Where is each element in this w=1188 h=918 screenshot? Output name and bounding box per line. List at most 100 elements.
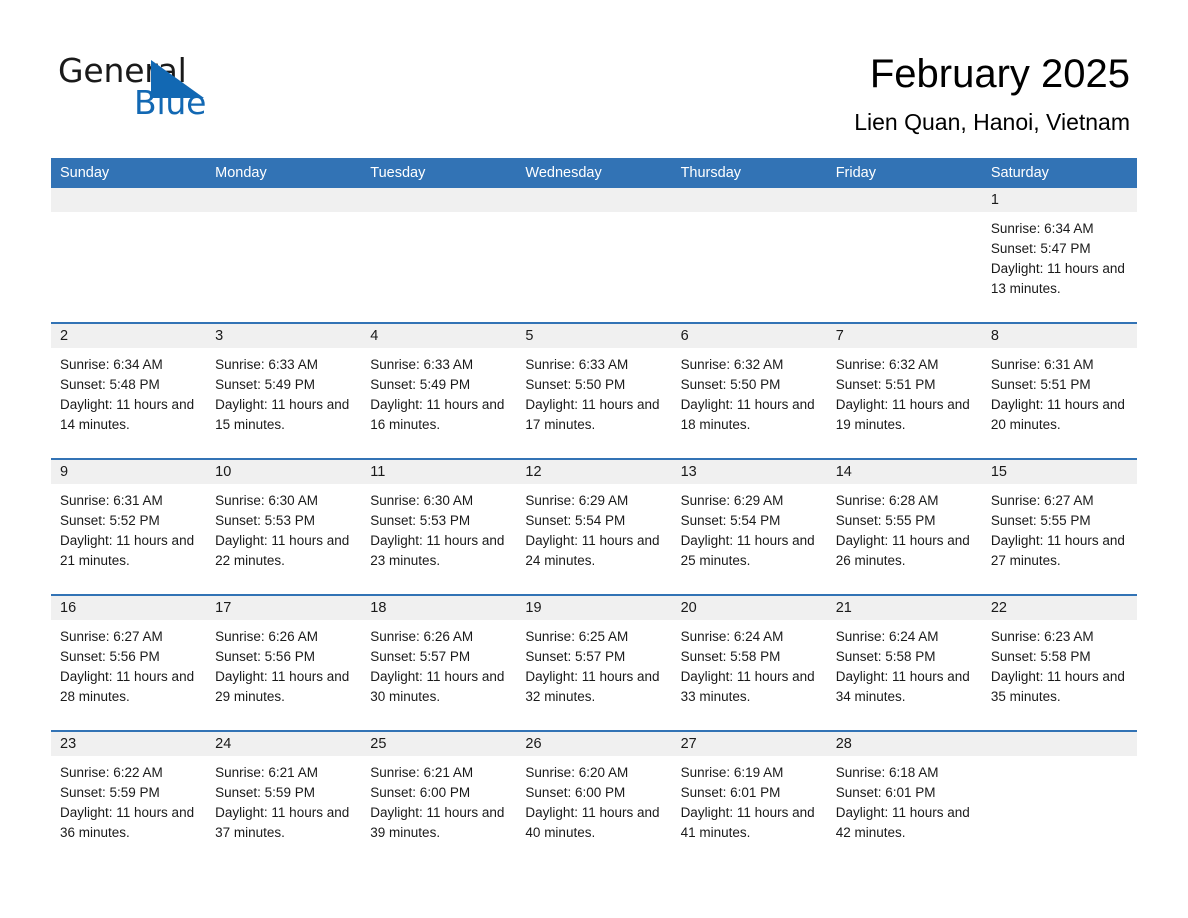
day-number: 1 [990, 192, 999, 208]
calendar-day-cell[interactable]: 25 Sunrise: 6:21 AM Sunset: 6:00 PM Dayligh… [361, 732, 517, 860]
sunrise-text: Sunrise: 6:33 AM [215, 357, 318, 372]
calendar-day-cell[interactable]: 28 Sunrise: 6:18 AM Sunset: 6:01 PM Dayligh… [826, 732, 982, 860]
sunset-text: Sunset: 5:50 PM [680, 377, 781, 392]
sunset-text: Sunset: 5:59 PM [60, 785, 160, 800]
calendar-day-cell[interactable]: 23 Sunrise: 6:22 AM Sunset: 5:59 PM Dayligh… [51, 732, 207, 860]
day-number: 8 [990, 328, 999, 344]
sunset-text: Sunset: 5:49 PM [215, 377, 315, 392]
day-number: 23 [60, 736, 77, 752]
day-details: Sunrise: 6:18 AM Sunset: 6:01 PM Daylight:… [827, 756, 982, 843]
day-number-band: 10 [206, 460, 362, 484]
sunrise-text: Sunrise: 6:30 AM [370, 493, 474, 508]
day-details: Sunrise: 6:27 AM Sunset: 5:56 PM Daylight:… [51, 620, 206, 707]
sunset-text: Sunset: 5:53 PM [370, 513, 471, 528]
calendar-weeks: 1 Sunrise: 6:34 AM Sunset: 5:47 PM Daylight… [51, 188, 1137, 860]
daylight-text: Daylight: 11 hours and 25 minutes. [680, 533, 815, 568]
calendar-day-cell[interactable]: 20 Sunrise: 6:24 AM Sunset: 5:58 PM Dayligh… [671, 596, 827, 730]
calendar-day-cell[interactable]: 18 Sunrise: 6:26 AM Sunset: 5:57 PM Dayligh… [361, 596, 517, 730]
calendar-day-cell[interactable]: 8 Sunrise: 6:31 AM Sunset: 5:51 PM Daylight… [981, 324, 1137, 458]
calendar-day-cell[interactable]: 24 Sunrise: 6:21 AM Sunset: 5:59 PM Dayligh… [206, 732, 362, 860]
logo-text-blue: Blue [134, 83, 207, 122]
day-number: 27 [680, 736, 697, 752]
day-number: 24 [215, 736, 232, 752]
calendar-day-cell[interactable]: 6 Sunrise: 6:32 AM Sunset: 5:50 PM Daylight… [671, 324, 827, 458]
calendar-day-cell[interactable]: 13 Sunrise: 6:29 AM Sunset: 5:54 PM Dayligh… [671, 460, 827, 594]
day-number: 12 [525, 464, 542, 480]
page-title: February 2025 [869, 52, 1130, 96]
daylight-text: Daylight: 11 hours and 19 minutes. [835, 397, 970, 432]
sunrise-text: Sunrise: 6:24 AM [680, 629, 784, 644]
sunset-text: Sunset: 5:51 PM [835, 377, 936, 392]
day-number-band: 7 [826, 324, 982, 348]
day-number-band: 9 [51, 460, 207, 484]
day-number-band: 22 [981, 596, 1137, 620]
day-details: Sunrise: 6:32 AM Sunset: 5:51 PM Daylight:… [827, 348, 982, 435]
calendar-week-row: 9 Sunrise: 6:31 AM Sunset: 5:52 PM Daylight… [51, 458, 1137, 594]
generalblue-logo[interactable]: General Blue [58, 53, 388, 125]
calendar-day-cell[interactable]: 17 Sunrise: 6:26 AM Sunset: 5:56 PM Dayligh… [206, 596, 362, 730]
calendar-day-cell[interactable]: 22 Sunrise: 6:23 AM Sunset: 5:58 PM Dayligh… [981, 596, 1137, 730]
day-number-band: 6 [671, 324, 827, 348]
daylight-text: Daylight: 11 hours and 22 minutes. [215, 533, 350, 568]
calendar-day-cell[interactable]: 27 Sunrise: 6:19 AM Sunset: 6:01 PM Dayligh… [671, 732, 827, 860]
calendar-day-cell[interactable]: 15 Sunrise: 6:27 AM Sunset: 5:55 PM Dayligh… [981, 460, 1137, 594]
calendar-day-cell[interactable]: 1 Sunrise: 6:34 AM Sunset: 5:47 PM Daylight… [981, 188, 1137, 322]
calendar-day-cell[interactable]: 26 Sunrise: 6:20 AM Sunset: 6:00 PM Dayligh… [516, 732, 672, 860]
sunset-text: Sunset: 5:49 PM [370, 377, 471, 392]
calendar-day-cell[interactable]: 19 Sunrise: 6:25 AM Sunset: 5:57 PM Dayligh… [516, 596, 672, 730]
calendar-day-cell[interactable]: 3 Sunrise: 6:33 AM Sunset: 5:49 PM Daylight… [206, 324, 362, 458]
sunrise-text: Sunrise: 6:32 AM [680, 357, 784, 372]
day-number-band [826, 188, 982, 212]
day-number: 7 [835, 328, 844, 344]
day-number: 5 [525, 328, 534, 344]
day-number-band: 14 [826, 460, 982, 484]
day-number: 18 [370, 600, 387, 616]
day-details: Sunrise: 6:30 AM Sunset: 5:53 PM Daylight:… [361, 484, 516, 571]
calendar-day-cell[interactable]: 11 Sunrise: 6:30 AM Sunset: 5:53 PM Dayligh… [361, 460, 517, 594]
day-details: Sunrise: 6:20 AM Sunset: 6:00 PM Daylight:… [516, 756, 671, 843]
day-number: 16 [60, 600, 77, 616]
day-details: Sunrise: 6:32 AM Sunset: 5:50 PM Daylight:… [672, 348, 827, 435]
calendar-day-cell[interactable]: 12 Sunrise: 6:29 AM Sunset: 5:54 PM Dayligh… [516, 460, 672, 594]
weekday-header-monday: Monday [215, 165, 267, 181]
calendar-day-cell[interactable]: 5 Sunrise: 6:33 AM Sunset: 5:50 PM Daylight… [516, 324, 672, 458]
calendar-day-cell[interactable]: 10 Sunrise: 6:30 AM Sunset: 5:53 PM Dayligh… [206, 460, 362, 594]
daylight-text: Daylight: 11 hours and 30 minutes. [370, 669, 505, 704]
sunset-text: Sunset: 5:52 PM [60, 513, 160, 528]
sunset-text: Sunset: 5:55 PM [835, 513, 936, 528]
sunrise-text: Sunrise: 6:31 AM [990, 357, 1094, 372]
sunset-text: Sunset: 5:51 PM [990, 377, 1091, 392]
calendar-day-cell[interactable]: 2 Sunrise: 6:34 AM Sunset: 5:48 PM Daylight… [51, 324, 207, 458]
calendar-day-cell-empty [361, 188, 517, 322]
calendar-day-cell[interactable]: 21 Sunrise: 6:24 AM Sunset: 5:58 PM Dayligh… [826, 596, 982, 730]
sunrise-text: Sunrise: 6:22 AM [60, 765, 163, 780]
day-details: Sunrise: 6:34 AM Sunset: 5:48 PM Daylight:… [51, 348, 206, 435]
calendar-day-cell[interactable]: 9 Sunrise: 6:31 AM Sunset: 5:52 PM Daylight… [51, 460, 207, 594]
daylight-text: Daylight: 11 hours and 14 minutes. [60, 397, 195, 432]
calendar-day-cell[interactable]: 4 Sunrise: 6:33 AM Sunset: 5:49 PM Daylight… [361, 324, 517, 458]
day-number: 2 [60, 328, 69, 344]
calendar-day-cell[interactable]: 7 Sunrise: 6:32 AM Sunset: 5:51 PM Daylight… [826, 324, 982, 458]
sunset-text: Sunset: 5:47 PM [990, 241, 1091, 256]
day-number-band: 23 [51, 732, 207, 756]
day-details: Sunrise: 6:33 AM Sunset: 5:50 PM Daylight:… [516, 348, 671, 435]
day-number-band: 25 [361, 732, 517, 756]
weekday-header-row: Sunday Monday Tuesday Wednesday Thursday… [51, 158, 1137, 188]
day-number: 20 [680, 600, 697, 616]
day-details: Sunrise: 6:23 AM Sunset: 5:58 PM Daylight:… [982, 620, 1137, 707]
day-details: Sunrise: 6:31 AM Sunset: 5:51 PM Daylight:… [982, 348, 1137, 435]
calendar-day-cell[interactable]: 16 Sunrise: 6:27 AM Sunset: 5:56 PM Dayligh… [51, 596, 207, 730]
calendar-day-cell[interactable]: 14 Sunrise: 6:28 AM Sunset: 5:55 PM Dayligh… [826, 460, 982, 594]
daylight-text: Daylight: 11 hours and 33 minutes. [680, 669, 815, 704]
day-number-band [671, 188, 827, 212]
day-number-band [206, 188, 362, 212]
weekday-header-saturday: Saturday [990, 165, 1049, 181]
day-number-band: 3 [206, 324, 362, 348]
sunrise-text: Sunrise: 6:29 AM [525, 493, 629, 508]
calendar-week-row: 23 Sunrise: 6:22 AM Sunset: 5:59 PM Dayligh… [51, 730, 1137, 860]
daylight-text: Daylight: 11 hours and 24 minutes. [525, 533, 660, 568]
day-number-band: 11 [361, 460, 517, 484]
daylight-text: Daylight: 11 hours and 39 minutes. [370, 805, 505, 840]
day-number: 14 [835, 464, 852, 480]
day-number-band: 20 [671, 596, 827, 620]
